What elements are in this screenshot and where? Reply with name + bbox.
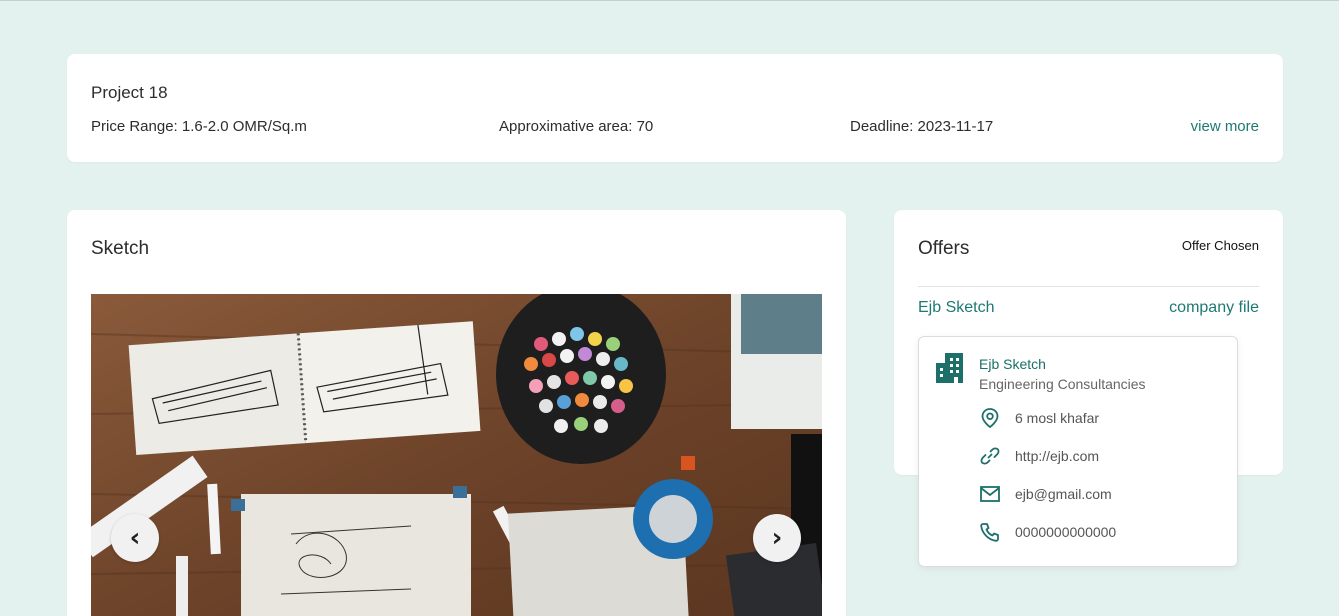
price-range: Price Range: 1.6-2.0 OMR/Sq.m	[91, 118, 307, 135]
company-website[interactable]: http://ejb.com	[1015, 448, 1099, 464]
link-icon	[979, 445, 1001, 467]
phone-row: 0000000000000	[979, 521, 1116, 543]
project-summary-card: Project 18 Price Range: 1.6-2.0 OMR/Sq.m…	[67, 54, 1283, 162]
view-more-link[interactable]: view more	[1191, 118, 1259, 135]
carousel-prev-button[interactable]: ‹	[111, 514, 159, 562]
company-address: 6 mosl khafar	[1015, 410, 1100, 426]
project-title: Project 18	[91, 83, 168, 102]
offer-status: Offer Chosen	[1181, 238, 1259, 253]
company-type: Engineering Consultancies	[979, 376, 1146, 392]
sketch-image	[91, 294, 822, 616]
sketch-title: Sketch	[91, 238, 150, 259]
divider	[918, 286, 1259, 287]
location-pin-icon	[979, 407, 1001, 429]
building-icon	[936, 353, 963, 383]
email-row: ejb@gmail.com	[979, 483, 1112, 505]
address-row: 6 mosl khafar	[979, 407, 1099, 429]
mail-icon	[979, 483, 1001, 505]
company-details-popup: Ejb Sketch Engineering Consultancies 6 m…	[918, 336, 1238, 567]
sketch-card: Sketch ‹ ›	[67, 210, 846, 616]
company-file-link[interactable]: company file	[1169, 299, 1259, 317]
offers-title: Offers	[918, 238, 970, 259]
company-name: Ejb Sketch	[979, 356, 1046, 372]
company-email[interactable]: ejb@gmail.com	[1015, 486, 1112, 502]
website-row: http://ejb.com	[979, 445, 1099, 467]
offer-company-link[interactable]: Ejb Sketch	[918, 299, 994, 317]
carousel-next-button[interactable]: ›	[753, 514, 801, 562]
sketch-photo	[91, 294, 822, 616]
approximative-area: Approximative area: 70	[499, 118, 654, 135]
phone-icon	[979, 521, 1001, 543]
deadline: Deadline: 2023-11-17	[850, 118, 994, 135]
company-phone[interactable]: 0000000000000	[1015, 524, 1116, 540]
